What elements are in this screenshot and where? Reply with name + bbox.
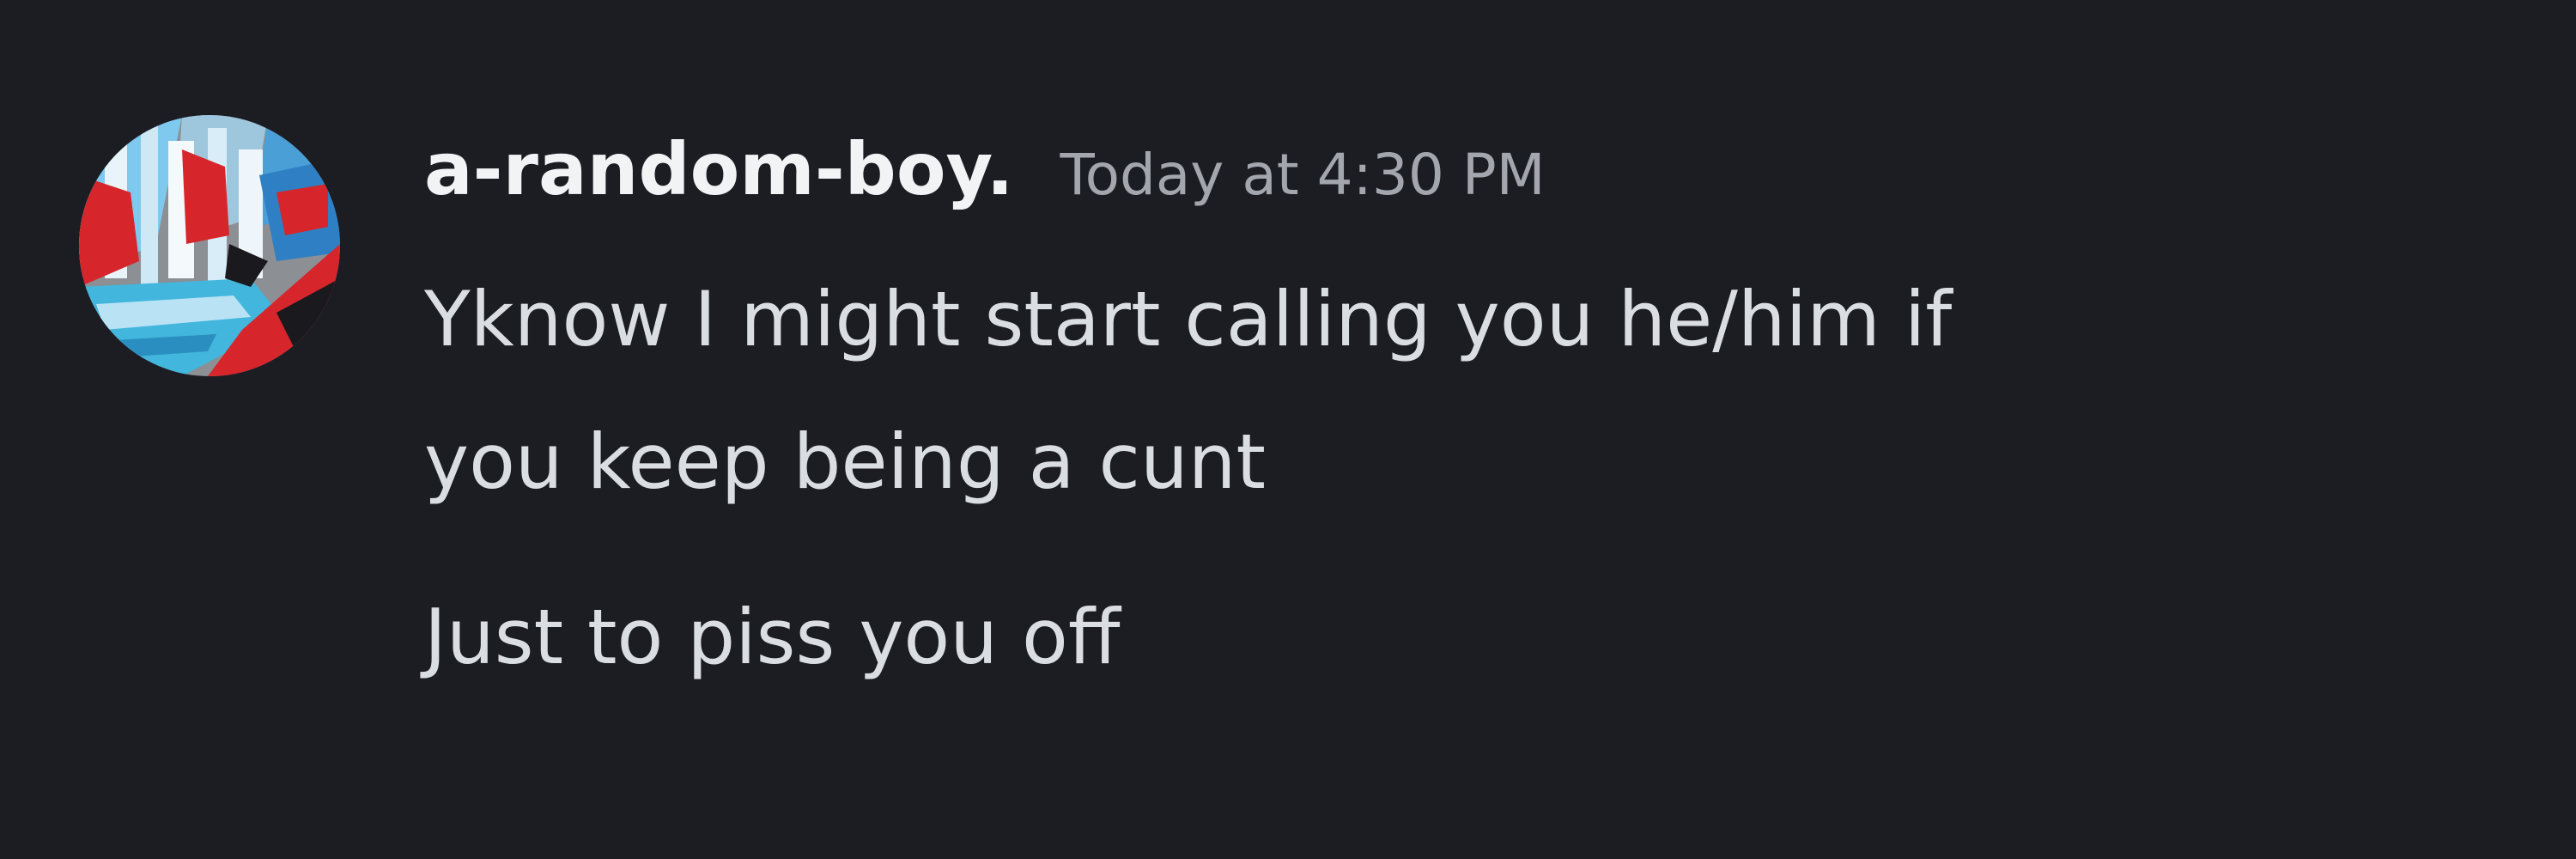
chat-message: a-random-boy. Today at 4:30 PM Yknow I m… <box>0 0 2576 859</box>
message-header: a-random-boy. Today at 4:30 PM <box>424 127 1546 230</box>
username[interactable]: a-random-boy. <box>424 127 1013 211</box>
message-text-line-1: Yknow I might start calling you he/him i… <box>424 275 1953 363</box>
message-text-line-2: you keep being a cunt <box>424 417 1266 506</box>
message-text-line-3: Just to piss you off <box>424 593 1121 681</box>
avatar-image <box>79 115 340 376</box>
avatar[interactable] <box>79 115 340 376</box>
message-timestamp[interactable]: Today at 4:30 PM <box>1060 142 1545 208</box>
